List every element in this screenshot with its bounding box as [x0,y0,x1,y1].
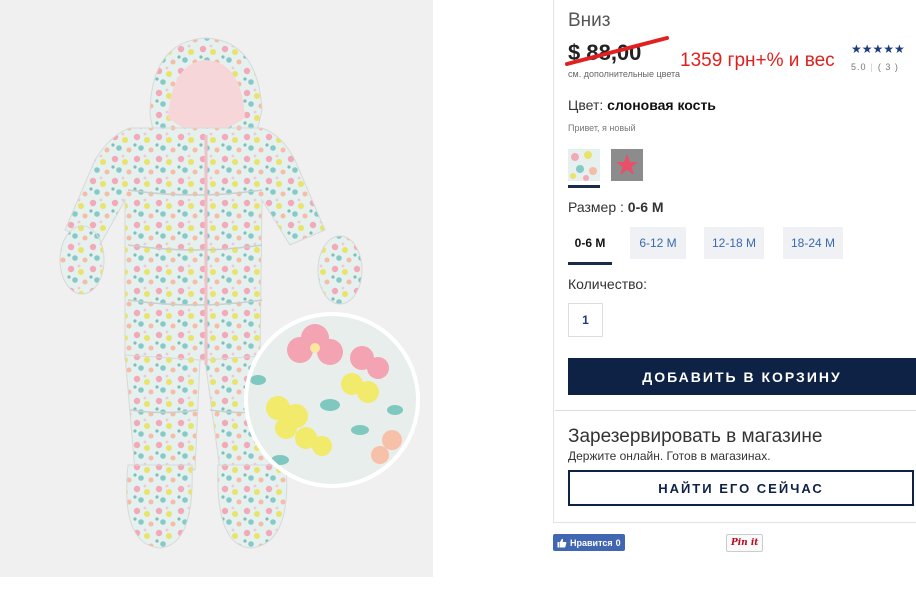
quantity-input[interactable]: 1 [568,303,603,337]
price-strikethrough [565,36,669,66]
review-count: ( 3 ) [877,62,899,72]
product-photo [0,0,433,577]
find-in-store-button[interactable]: НАЙТИ ЕГО СЕЙЧАС [568,470,914,506]
facebook-like-label: Нравится [570,537,613,548]
divider [555,410,916,411]
size-option-18-24m[interactable]: 18-24 M [783,227,843,259]
facebook-like-count: 0 [615,537,621,548]
handwritten-price-note: 1359 грн+% и вес [680,50,835,71]
swatch-floral[interactable] [568,149,600,181]
size-value: 0-6 M [627,199,664,215]
reserve-in-store-subtitle: Держите онлайн. Готов в магазинах. [568,449,771,463]
size-option-0-6m[interactable]: 0-6 M [568,227,612,259]
thumbs-up-icon [557,538,567,547]
pinterest-pin-button[interactable]: Pin it [726,534,764,552]
selected-size-indicator [568,262,612,265]
size-option-12-18m[interactable]: 12-18 M [704,227,764,259]
quantity-label: Количество: [568,276,648,292]
snowsuit-illustration [59,37,420,549]
reserve-in-store-title: Зарезервировать в магазине [568,426,823,447]
size-option-6-12m[interactable]: 6-12 M [630,227,686,259]
rating-value: 5.0 [851,62,867,72]
rating-summary[interactable]: 5.0 |( 3 ) [851,62,899,72]
color-label: Цвет: слоновая кость [568,97,716,113]
swatch-gray-star[interactable] [611,149,643,181]
new-tagline: Привет, я новый [568,123,636,133]
selected-swatch-indicator [568,185,600,188]
rating-stars[interactable]: ★★★★★ [851,42,905,56]
size-label: Размер : 0-6 M [568,199,664,215]
color-value: слоновая кость [607,97,716,113]
more-colors-link[interactable]: см. дополнительные цвета [568,69,680,79]
product-title: Вниз [568,10,611,31]
facebook-like-button[interactable]: Нравится 0 [553,534,625,551]
add-to-cart-button[interactable]: ДОБАВИТЬ В КОРЗИНУ [568,358,916,395]
star-icon [611,149,643,181]
